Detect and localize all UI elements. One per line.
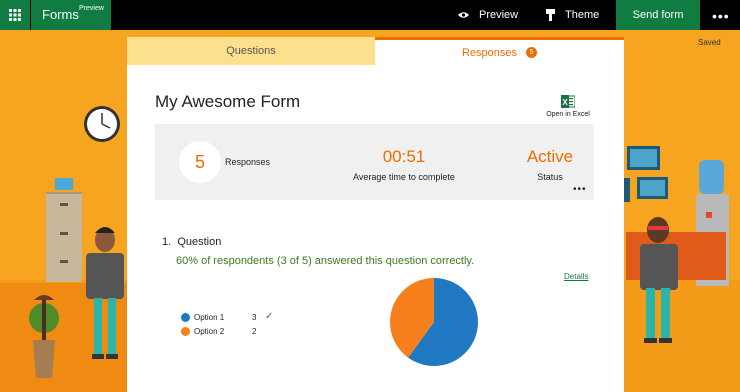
excel-icon: X (561, 95, 575, 108)
legend-dot (181, 313, 190, 322)
correct-check-icon: ✓ (265, 311, 274, 322)
clock-icon (84, 106, 120, 142)
question-heading: 1. Question (162, 236, 221, 248)
question-number: 1. (162, 236, 172, 248)
question-summary: 60% of respondents (3 of 5) answered thi… (176, 255, 475, 267)
eye-icon (458, 12, 469, 18)
save-status: Saved (698, 38, 721, 47)
average-time-label: Average time to complete (353, 172, 455, 182)
open-in-excel-button[interactable]: X Open in Excel (545, 95, 591, 118)
legend-count: 2 (252, 327, 257, 336)
average-time-value: 00:51 (382, 147, 426, 166)
legend-count: 3 (252, 313, 257, 322)
summary-stats: 5 Responses 00:51 Average time to comple… (155, 124, 594, 200)
form-status-label: Status (537, 172, 563, 182)
view-tabs: Questions Responses 5 (127, 37, 624, 65)
top-bar: Forms Preview Preview Theme Send form ••… (0, 0, 740, 30)
tab-responses-label: Responses (461, 46, 518, 59)
app-name: Forms (42, 7, 79, 22)
app-brand[interactable]: Forms Preview (31, 0, 111, 30)
preview-button[interactable]: Preview (458, 0, 518, 30)
legend-dot (181, 327, 190, 336)
responses-count-badge: 5 (526, 47, 538, 58)
more-options-button[interactable]: ••• (712, 8, 730, 24)
tab-questions[interactable]: Questions (127, 37, 375, 65)
question-title: Question (177, 236, 222, 248)
theme-button[interactable]: Theme (546, 0, 599, 30)
waffle-icon (9, 9, 21, 21)
preview-badge: Preview (79, 5, 104, 12)
legend-label: Option 2 (194, 327, 225, 336)
form-title: My Awesome Form (155, 92, 301, 111)
preview-label: Preview (479, 9, 519, 21)
paint-brush-icon (546, 9, 555, 21)
form-status-value: Active (526, 147, 574, 166)
average-time: 00:51 Average time to complete (319, 147, 489, 182)
details-link[interactable]: Details (564, 272, 588, 281)
filing-cabinet (46, 178, 82, 282)
svg-text:X: X (562, 98, 568, 107)
responses-panel: My Awesome Form X Open in Excel 5 Respon… (127, 65, 624, 392)
answers-pie-chart (390, 278, 478, 366)
open-in-excel-label: Open in Excel (546, 111, 590, 118)
send-form-button[interactable]: Send form (616, 0, 700, 30)
legend-label: Option 1 (194, 313, 225, 322)
stats-more-button[interactable]: ••• (573, 184, 587, 195)
responses-label: Responses (225, 157, 271, 167)
app-launcher-button[interactable] (0, 0, 30, 30)
responses-count: 5 (179, 141, 221, 183)
tab-responses[interactable]: Responses 5 (375, 37, 624, 65)
theme-label: Theme (565, 9, 600, 21)
form-status: Active Status (515, 147, 585, 182)
